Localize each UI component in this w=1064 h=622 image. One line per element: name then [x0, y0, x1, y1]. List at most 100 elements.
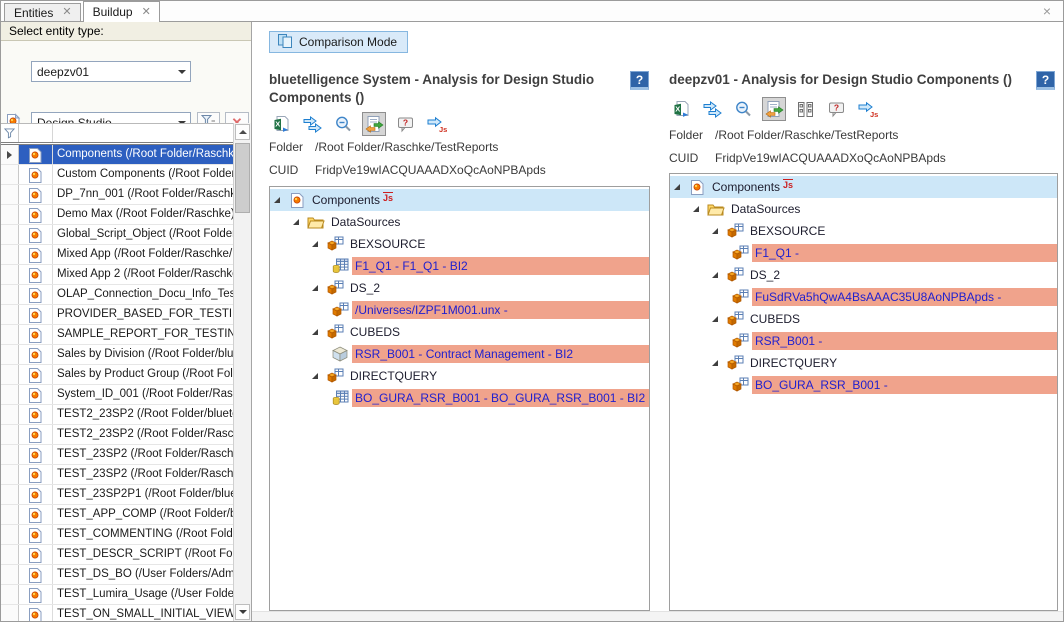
list-item[interactable]: Mixed App 2 (/Root Folder/Raschke/D — [1, 265, 233, 285]
list-item[interactable]: TEST_APP_COMP (/Root Folder/bluet — [1, 505, 233, 525]
tree-item-bexsource[interactable]: BEXSOURCE — [670, 220, 1057, 242]
tree-item-directquery[interactable]: DIRECTQUERY — [270, 365, 649, 387]
list-item[interactable]: Custom Components (/Root Folder/Ra — [1, 165, 233, 185]
expander-icon[interactable] — [712, 360, 726, 366]
tab-entities[interactable]: Entities ✕ — [4, 3, 81, 21]
help-bubble-icon[interactable]: ? — [393, 112, 417, 136]
export-js-icon[interactable]: Js — [424, 112, 448, 136]
list-item[interactable]: Mixed App (/Root Folder/Raschke/De — [1, 245, 233, 265]
help-book-icon[interactable]: ? — [630, 71, 649, 90]
expander-icon[interactable] — [274, 197, 288, 203]
tree-item-diff[interactable]: FuSdRVa5hQwA4BsAAAC35U8AoNPBApds - — [670, 286, 1057, 308]
tab-buildup[interactable]: Buildup ✕ — [83, 1, 160, 22]
list-item[interactable]: TEST_Lumira_Usage (/User Folders/A — [1, 585, 233, 605]
expander-icon[interactable] — [312, 241, 326, 247]
tree-item-label: CUBEDS — [747, 310, 803, 328]
expander-icon[interactable] — [312, 329, 326, 335]
export-js-icon[interactable]: Js — [855, 97, 879, 121]
zoom-out-icon[interactable] — [331, 112, 355, 136]
list-item[interactable]: TEST2_23SP2 (/Root Folder/Raschke, — [1, 425, 233, 445]
tree-item-bexsource[interactable]: BEXSOURCE — [270, 233, 649, 255]
list-item[interactable]: Sales by Division (/Root Folder/bluete — [1, 345, 233, 365]
scroll-thumb[interactable] — [235, 143, 250, 213]
list-item[interactable]: DP_7nn_001 (/Root Folder/Raschke/T — [1, 185, 233, 205]
tree-item-components[interactable]: Components Js — [670, 176, 1057, 198]
transfer-arrows-icon[interactable] — [700, 97, 724, 121]
expander-icon[interactable] — [712, 228, 726, 234]
datasource-icon — [731, 245, 749, 261]
expander-icon[interactable] — [293, 219, 307, 225]
list-item[interactable]: TEST_23SP2 (/Root Folder/Raschke/L — [1, 465, 233, 485]
compare-grid-icon[interactable] — [793, 97, 817, 121]
zoom-out-icon[interactable] — [731, 97, 755, 121]
cuid-row: CUID FridpVe19wIACQUAAADXoQcAoNPBApds — [669, 151, 946, 165]
expander-icon[interactable] — [712, 316, 726, 322]
expander-icon[interactable] — [674, 184, 688, 190]
tree-item-datasources[interactable]: DataSources — [670, 198, 1057, 220]
list-item-label: TEST_23SP2P1 (/Root Folder/bluetelli — [53, 485, 233, 504]
list-item[interactable]: TEST_DESCR_SCRIPT (/Root Folder/F — [1, 545, 233, 565]
list-item[interactable]: TEST_ON_SMALL_INITIAL_VIEW (/Rc — [1, 605, 233, 621]
window-close-icon[interactable]: × — [1043, 4, 1051, 18]
svg-text:?: ? — [402, 117, 407, 127]
report-icon — [19, 585, 53, 604]
close-icon[interactable]: ✕ — [142, 7, 151, 18]
tree-item-diff[interactable]: BO_GURA_RSR_B001 - — [670, 374, 1057, 396]
list-item-label: Sales by Product Group (/Root Folder — [53, 365, 233, 384]
sync-document-icon[interactable] — [362, 112, 386, 136]
tree-item-datasources[interactable]: DataSources — [270, 211, 649, 233]
close-icon[interactable]: ✕ — [62, 7, 71, 18]
tree-item-diff[interactable]: F1_Q1 - — [670, 242, 1057, 264]
expander-icon[interactable] — [693, 206, 707, 212]
list-item[interactable]: System_ID_001 (/Root Folder/Raschk — [1, 385, 233, 405]
tab-bar: Entities ✕ Buildup ✕ × — [1, 1, 1063, 22]
export-excel-icon[interactable]: X — [669, 97, 693, 121]
list-item[interactable]: PROVIDER_BASED_FOR_TESTING (/F — [1, 305, 233, 325]
scroll-down-button[interactable] — [235, 604, 250, 620]
list-item[interactable]: TEST_23SP2P1 (/Root Folder/bluetelli — [1, 485, 233, 505]
list-item[interactable]: TEST_DS_BO (/User Folders/Administ — [1, 565, 233, 585]
list-item[interactable]: OLAP_Connection_Docu_Info_Test (/ — [1, 285, 233, 305]
table-db-icon — [331, 390, 349, 406]
tree-item-diff[interactable]: RSR_B001 - — [670, 330, 1057, 352]
datasource-icon — [326, 236, 344, 252]
datasource-icon — [326, 280, 344, 296]
tree-item-ds2[interactable]: DS_2 — [670, 264, 1057, 286]
list-item[interactable]: Demo Max (/Root Folder/Raschke) — [1, 205, 233, 225]
list-item[interactable]: Global_Script_Object (/Root Folder/R — [1, 225, 233, 245]
expander-icon[interactable] — [312, 285, 326, 291]
tree-item-directquery[interactable]: DIRECTQUERY — [670, 352, 1057, 374]
transfer-arrows-icon[interactable] — [300, 112, 324, 136]
list-item[interactable]: SAMPLE_REPORT_FOR_TESTING_M ( — [1, 325, 233, 345]
tree-item-cubeds[interactable]: CUBEDS — [670, 308, 1057, 330]
list-item[interactable]: TEST2_23SP2 (/Root Folder/bluetellig — [1, 405, 233, 425]
list-item[interactable]: Sales by Product Group (/Root Folder — [1, 365, 233, 385]
list-item-label: TEST_23SP2 (/Root Folder/Raschke/D — [53, 445, 233, 464]
report-icon — [19, 245, 53, 264]
row-gutter — [1, 585, 19, 604]
list-item[interactable]: TEST_COMMENTING (/Root Folder/bl — [1, 525, 233, 545]
tree-item-diff[interactable]: RSR_B001 - Contract Management - BI2 — [270, 343, 649, 365]
tree-item-diff[interactable]: BO_GURA_RSR_B001 - BO_GURA_RSR_B001 - BI… — [270, 387, 649, 409]
help-book-icon[interactable]: ? — [1036, 71, 1055, 90]
export-excel-icon[interactable]: X — [269, 112, 293, 136]
tree-item-diff[interactable]: F1_Q1 - F1_Q1 - BI2 — [270, 255, 649, 277]
tree-item-diff[interactable]: /Universes/IZPF1M001.unx - — [270, 299, 649, 321]
row-gutter — [1, 365, 19, 384]
filter-row[interactable] — [1, 124, 233, 145]
list-scrollbar[interactable] — [233, 123, 251, 621]
system-dropdown[interactable]: deepzv01 — [31, 61, 191, 82]
list-item[interactable]: TEST_23SP2 (/Root Folder/Raschke/D — [1, 445, 233, 465]
sync-document-icon[interactable] — [762, 97, 786, 121]
expander-icon[interactable] — [312, 373, 326, 379]
filter-text-cell[interactable] — [53, 124, 233, 142]
comparison-mode-button[interactable]: Comparison Mode — [269, 31, 408, 53]
help-bubble-icon[interactable]: ? — [824, 97, 848, 121]
list-item[interactable]: Components (/Root Folder/Raschke/T — [1, 145, 233, 165]
tree-item-components[interactable]: Components Js — [270, 189, 649, 211]
tree-item-cubeds[interactable]: CUBEDS — [270, 321, 649, 343]
expander-icon[interactable] — [712, 272, 726, 278]
tree-item-ds2[interactable]: DS_2 — [270, 277, 649, 299]
scroll-up-button[interactable] — [235, 124, 250, 140]
report-icon — [19, 525, 53, 544]
